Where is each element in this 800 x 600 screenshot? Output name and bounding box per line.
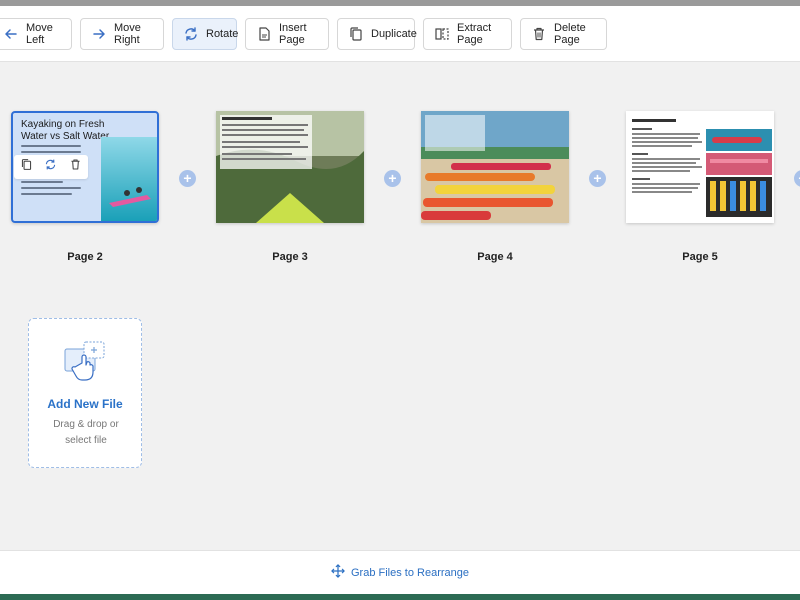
- extract-page-label: Extract Page: [457, 22, 492, 46]
- duplicate-button[interactable]: Duplicate: [337, 18, 417, 50]
- page-thumbnail-4[interactable]: [421, 111, 569, 223]
- rotate-icon[interactable]: [44, 158, 57, 176]
- insert-page-button[interactable]: Insert Page: [245, 18, 329, 50]
- move-right-button[interactable]: Move Right: [80, 18, 164, 50]
- page-5-content: [626, 111, 774, 223]
- trash-icon[interactable]: [69, 158, 82, 176]
- arrow-right-icon: [91, 26, 107, 42]
- move-left-button[interactable]: Move Left: [0, 18, 72, 50]
- insert-between-icon[interactable]: +: [384, 170, 401, 187]
- insert-page-icon: [256, 26, 272, 42]
- page-4-content: [421, 111, 569, 223]
- move-icon: [331, 564, 345, 581]
- add-new-file-title: Add New File: [47, 397, 123, 411]
- delete-page-label: Delete Page: [554, 22, 586, 46]
- move-right-label: Move Right: [114, 22, 141, 46]
- add-new-file-subtitle: Drag & drop or select file: [53, 419, 119, 446]
- page-thumbnail-3[interactable]: [216, 111, 364, 223]
- move-left-label: Move Left: [26, 22, 53, 46]
- page-2-label: Page 2: [67, 251, 103, 263]
- extract-page-icon: [434, 26, 450, 42]
- upload-hand-icon: [64, 341, 105, 381]
- page-3-content: [216, 111, 364, 223]
- add-file-dropzone[interactable]: Add New File Drag & drop or select file: [28, 318, 142, 468]
- page-toolbar: Move Left Move Right Rotate Insert Page …: [0, 6, 800, 62]
- rearrange-label: Grab Files to Rearrange: [351, 566, 469, 579]
- page-2-quick-actions: [14, 155, 88, 179]
- page-thumbnail-5[interactable]: [626, 111, 774, 223]
- insert-page-label: Insert Page: [279, 22, 307, 46]
- duplicate-label: Duplicate: [371, 28, 417, 40]
- insert-between-icon[interactable]: +: [179, 170, 196, 187]
- duplicate-icon: [348, 26, 364, 42]
- insert-between-icon[interactable]: +: [794, 170, 800, 187]
- insert-between-icon[interactable]: +: [589, 170, 606, 187]
- duplicate-icon[interactable]: [20, 158, 33, 176]
- rotate-button[interactable]: Rotate: [172, 18, 239, 50]
- window-bottom-strip: [0, 594, 800, 600]
- trash-icon: [531, 26, 547, 42]
- rotate-icon: [183, 26, 199, 42]
- page-4-label: Page 4: [477, 251, 513, 263]
- page-5-label: Page 5: [682, 251, 718, 263]
- page-3-label: Page 3: [272, 251, 308, 263]
- arrow-left-icon: [3, 26, 19, 42]
- rearrange-bar[interactable]: Grab Files to Rearrange: [0, 550, 800, 594]
- rotate-label: Rotate: [206, 28, 239, 40]
- extract-page-button[interactable]: Extract Page: [423, 18, 512, 50]
- page-2-kayak-image: [101, 137, 157, 221]
- page-grid: Kayaking on Fresh Water vs Salt Water Pa…: [0, 62, 800, 550]
- delete-page-button[interactable]: Delete Page: [520, 18, 607, 50]
